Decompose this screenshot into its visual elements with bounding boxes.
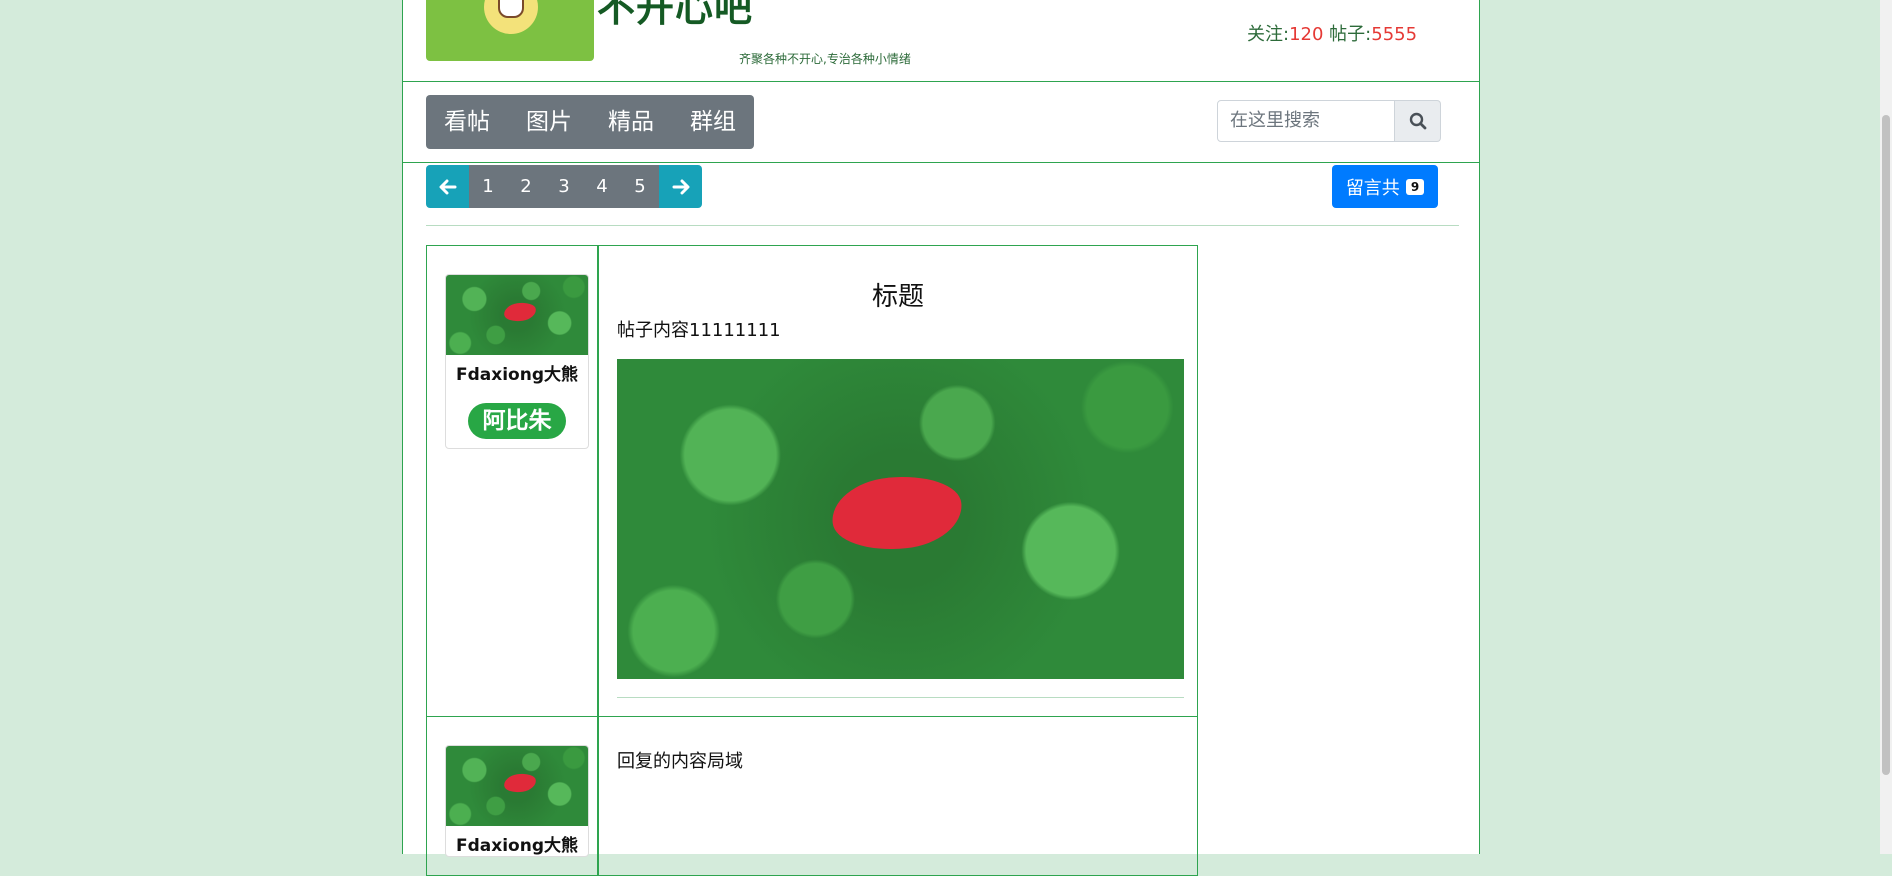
search-button[interactable] <box>1395 100 1441 142</box>
search-input[interactable]: 在这里搜索 <box>1217 100 1395 142</box>
author-card: Fdaxiong大熊 <box>445 745 589 857</box>
nav-item-groups[interactable]: 群组 <box>672 95 754 149</box>
page-link-4[interactable]: 4 <box>583 165 621 208</box>
logo-character-icon <box>484 0 538 34</box>
next-page-button[interactable] <box>659 165 702 208</box>
nav-menu: 看帖 图片 精品 群组 <box>426 95 754 149</box>
post-item: Fdaxiong大熊 阿比朱 标题 帖子内容11111111 <box>426 245 1198 717</box>
reply-body: 回复的内容局域 <box>617 751 743 772</box>
reply-content-column: 回复的内容局域 <box>599 717 1197 875</box>
page-link-5[interactable]: 5 <box>621 165 659 208</box>
reply-author-column: Fdaxiong大熊 <box>427 717 599 875</box>
author-tag: 阿比朱 <box>468 403 566 439</box>
leaf-icon <box>828 470 966 556</box>
prev-page-button[interactable] <box>426 165 469 208</box>
message-button-label: 留言共 <box>1345 177 1400 199</box>
pagination: 1 2 3 4 5 <box>426 165 702 208</box>
reply-item: Fdaxiong大熊 回复的内容局域 <box>426 716 1198 876</box>
avatar[interactable] <box>446 275 588 355</box>
search-icon <box>1409 112 1426 130</box>
site-header: 不开心吧 齐聚各种不开心,专治各种小情绪 关注:120 帖子:5555 <box>403 0 1479 82</box>
author-name[interactable]: Fdaxiong大熊 <box>446 831 588 856</box>
avatar[interactable] <box>446 746 588 826</box>
arrow-right-icon <box>672 179 689 194</box>
scrollbar-thumb[interactable] <box>1882 115 1890 775</box>
search-box: 在这里搜索 <box>1217 100 1441 142</box>
page-container: 不开心吧 齐聚各种不开心,专治各种小情绪 关注:120 帖子:5555 看帖 图… <box>402 0 1480 876</box>
author-card: Fdaxiong大熊 阿比朱 <box>445 274 589 449</box>
nav-item-threads[interactable]: 看帖 <box>426 95 508 149</box>
follow-label: 关注: <box>1247 24 1290 45</box>
site-subtitle: 齐聚各种不开心,专治各种小情绪 <box>739 52 911 66</box>
page-link-3[interactable]: 3 <box>545 165 583 208</box>
post-divider <box>617 697 1184 698</box>
message-count-button[interactable]: 留言共 9 <box>1332 165 1438 208</box>
follow-count: 120 <box>1289 24 1324 45</box>
message-count-badge: 9 <box>1405 178 1425 195</box>
site-stats: 关注:120 帖子:5555 <box>1247 20 1417 46</box>
post-body: 帖子内容11111111 <box>617 320 781 341</box>
arrow-left-icon <box>439 179 456 194</box>
posts-count: 5555 <box>1371 24 1418 45</box>
leaf-icon <box>502 771 538 795</box>
scrollbar[interactable] <box>1880 0 1892 854</box>
post-image[interactable] <box>617 359 1184 679</box>
author-name[interactable]: Fdaxiong大熊 <box>446 360 588 385</box>
leaf-icon <box>502 300 538 324</box>
divider <box>426 225 1459 226</box>
site-title: 不开心吧 <box>597 0 754 30</box>
page-link-1[interactable]: 1 <box>469 165 507 208</box>
posts-label: 帖子: <box>1329 24 1372 45</box>
page-link-2[interactable]: 2 <box>507 165 545 208</box>
nav-item-featured[interactable]: 精品 <box>590 95 672 149</box>
nav-item-images[interactable]: 图片 <box>508 95 590 149</box>
post-author-column: Fdaxiong大熊 阿比朱 <box>427 246 599 716</box>
post-title: 标题 <box>871 282 924 312</box>
site-logo[interactable] <box>426 0 594 61</box>
post-content-column: 标题 帖子内容11111111 <box>599 246 1197 716</box>
nav-bar: 看帖 图片 精品 群组 在这里搜索 <box>403 82 1479 163</box>
